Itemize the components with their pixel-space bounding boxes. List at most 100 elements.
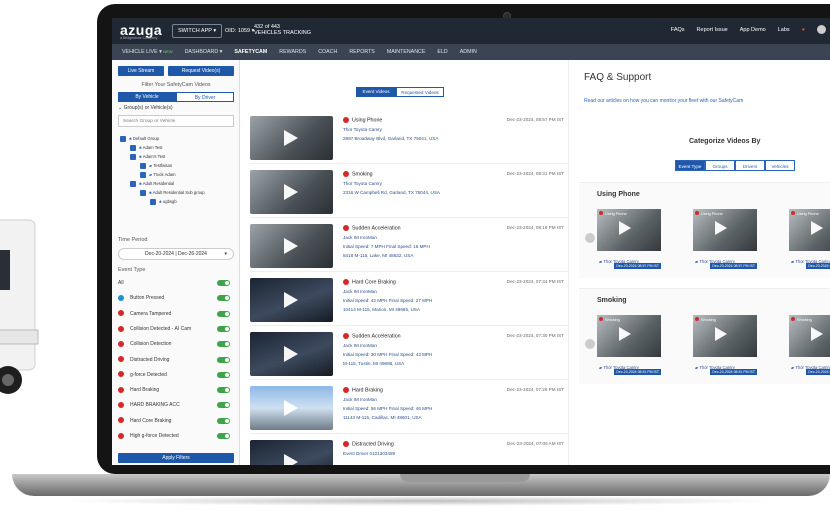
play-icon (715, 327, 727, 341)
video-card[interactable]: SmokingDec-23-2024 08:31 PM IST▰ Thor To… (789, 315, 830, 375)
avatar[interactable] (817, 25, 826, 34)
event-toggle[interactable] (217, 341, 230, 348)
event-toggle[interactable] (217, 387, 230, 394)
nav-dashboard[interactable]: DASHBOARD ▾ (185, 49, 223, 55)
date-range-picker[interactable]: Dec-20-2024 | Dec-26-2024 ▾ (118, 248, 234, 260)
oid-selector[interactable]: OID: 1059 ▾ (225, 28, 254, 34)
event-detail-1: Jack IM IronMan (343, 235, 377, 240)
checkbox[interactable] (140, 171, 146, 178)
video-thumbnail[interactable] (250, 278, 333, 322)
tab-groups[interactable]: Groups (705, 160, 735, 171)
tree-item[interactable]: ♣ Adam Test (120, 143, 205, 152)
faq-title: FAQ & Support (584, 72, 652, 83)
group-icon: ♣ (139, 181, 142, 186)
nav-admin[interactable]: ADMIN (460, 49, 477, 55)
video-thumbnail[interactable] (250, 332, 333, 376)
checkbox[interactable] (140, 189, 146, 196)
video-row[interactable]: Sudden Acceleration Jack IM IronMan Initia… (250, 220, 568, 272)
play-icon (284, 238, 298, 254)
event-toggle[interactable] (217, 356, 230, 363)
notification-bell-icon[interactable]: ● (802, 27, 805, 34)
new-badge: NEW (163, 49, 173, 54)
event-toggle[interactable] (217, 433, 230, 439)
event-type-row: g-force Detected (118, 370, 236, 380)
video-card[interactable]: Using PhoneDec-23-2024 08:57 PM IST▰ Tho… (597, 209, 661, 269)
video-thumbnail[interactable] (250, 386, 333, 430)
live-stream-button[interactable]: Live Stream (118, 66, 164, 76)
event-toggle[interactable] (217, 417, 230, 424)
event-toggle[interactable] (217, 325, 230, 332)
alert-icon (343, 279, 349, 285)
video-row[interactable]: Smoking Thor Toyota Camry 2316 W Campbell … (250, 166, 568, 218)
checkbox[interactable] (130, 153, 136, 160)
tree-item[interactable]: ♣ Adult Residential (120, 179, 205, 188)
checkbox[interactable] (140, 162, 146, 169)
chevron-left-icon[interactable] (585, 339, 595, 349)
nav-maintenance[interactable]: MAINTENANCE (387, 49, 426, 55)
faqs-link[interactable]: FAQs (671, 27, 685, 34)
video-thumbnail[interactable] (250, 440, 333, 465)
event-title: Hard Core Braking (343, 279, 396, 285)
chevron-down-icon: ▾ (159, 49, 162, 55)
nav-vehicle-live[interactable]: VEHICLE LIVE ▾ NEW (122, 49, 173, 55)
nav-safetycam[interactable]: SAFETYCAM (234, 49, 267, 55)
nav-eld[interactable]: ELD (437, 49, 447, 55)
checkbox[interactable] (130, 180, 136, 187)
video-thumbnail[interactable] (250, 116, 333, 160)
tab-requested-videos[interactable]: Requested Videos (396, 87, 444, 97)
chevron-left-icon[interactable] (585, 233, 595, 243)
video-card[interactable]: Using PhoneDec-23-2024 08:57 PM IST▰ Tho… (693, 209, 757, 269)
tree-item[interactable]: ♣ Default Group (120, 134, 205, 143)
tab-event-type[interactable]: Event Type (675, 160, 705, 171)
checkbox[interactable] (150, 198, 156, 205)
video-card[interactable]: SmokingDec-23-2024 08:31 PM IST▰ Thor To… (693, 315, 757, 375)
tree-item[interactable]: ▰ Truck Adam (120, 170, 205, 179)
checkbox[interactable] (120, 135, 126, 142)
event-detail-1: Jack IM IronMan (343, 397, 377, 402)
event-title-text: Hard Core Braking (352, 279, 396, 286)
request-videos-button[interactable]: Request Video(s) (168, 66, 234, 76)
tab-drivers[interactable]: Drivers (735, 160, 765, 171)
event-toggle[interactable] (217, 371, 230, 378)
video-row[interactable]: Sudden Acceleration Jack IM IronMan Initia… (250, 328, 568, 380)
video-thumbnail[interactable] (250, 224, 333, 268)
tree-item[interactable]: ♣ Adam's Test (120, 152, 205, 161)
tree-item[interactable]: ▰ Testfaisan (120, 161, 205, 170)
search-input[interactable]: Search Group or Vehicle (118, 115, 234, 127)
video-row[interactable]: Distracted Driving Event Driver 010130348… (250, 436, 568, 465)
switch-app-button[interactable]: SWITCH APP ▾ (172, 24, 223, 38)
tab-vehicles[interactable]: Vehicles (765, 160, 795, 171)
report-issue-link[interactable]: Report Issue (697, 27, 728, 34)
video-row[interactable]: Using Phone Thor Toyota Camry 2897 Broadwa… (250, 112, 568, 164)
event-toggle[interactable] (217, 402, 230, 409)
tree-item[interactable]: ♣ ugbsgb (120, 197, 205, 206)
video-row[interactable]: Hard Core Braking Jack IM IronMan Initial … (250, 274, 568, 326)
by-driver-tab[interactable]: By Driver (176, 92, 234, 102)
video-row[interactable]: Hard Braking Jack IM IronMan Initial Speed… (250, 382, 568, 434)
tree-item[interactable]: ♣ Adult Residential Sub group (120, 188, 205, 197)
event-detail-1: Thor Toyota Camry (343, 181, 382, 186)
app-demo-link[interactable]: App Demo (740, 27, 766, 34)
video-card[interactable]: Using PhoneDec-23-2024 08:57 PM IST▰ Tho… (789, 209, 830, 269)
apply-filters-button[interactable]: Apply Filters (118, 453, 234, 463)
by-vehicle-tab[interactable]: By Vehicle (118, 92, 176, 102)
labs-link[interactable]: Labs (778, 27, 790, 34)
card-caption: ▰ Thor Toyota Camry (791, 365, 830, 370)
tree-item-label: Adult Residential Sub group (152, 190, 205, 195)
card-tag: Smoking (791, 317, 812, 322)
card-tag-text: Smoking (701, 318, 716, 322)
video-card[interactable]: SmokingDec-23-2024 08:31 PM IST▰ Thor To… (597, 315, 661, 375)
event-detail-2: 2316 W Campbell Rd, Garland, TX 75044, U… (343, 190, 440, 195)
event-toggle[interactable] (217, 310, 230, 317)
tree-item-label: Adam's Test (142, 154, 166, 159)
nav-rewards[interactable]: REWARDS (279, 49, 306, 55)
video-thumbnail[interactable] (250, 170, 333, 214)
nav-reports[interactable]: REPORTS (349, 49, 375, 55)
checkbox[interactable] (130, 144, 136, 151)
card-tag-text: Using Phone (605, 212, 627, 216)
nav-coach[interactable]: COACH (318, 49, 337, 55)
faq-article-link[interactable]: Read our articles on how you can monitor… (584, 98, 743, 104)
event-toggle[interactable] (217, 280, 230, 286)
tab-event-videos[interactable]: Event Videos (356, 87, 396, 97)
event-toggle[interactable] (217, 295, 230, 302)
